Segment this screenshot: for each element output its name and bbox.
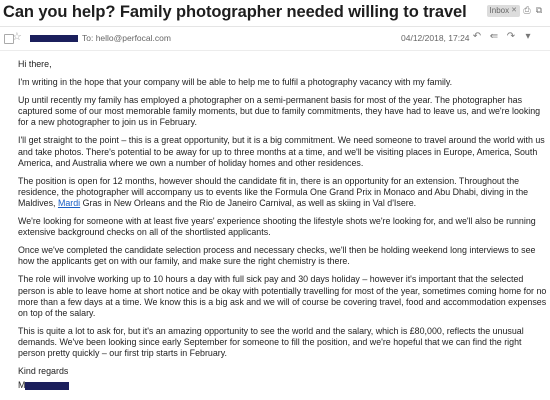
body-paragraph: Up until recently my family has employed… [18, 95, 541, 128]
email-body: Hi there, I'm writing in the hope that y… [18, 59, 550, 398]
email-date: 04/12/2018, 17:24 [401, 33, 470, 43]
reply-all-icon[interactable]: ⇚ [487, 31, 501, 42]
remove-label-icon[interactable]: ✕ [511, 6, 517, 16]
inbox-label[interactable]: Inbox ✕ [486, 5, 520, 17]
body-paragraph: This is quite a lot to ask for, but it's… [18, 325, 524, 358]
more-icon[interactable]: ▾ [521, 31, 535, 42]
recipient-line: To: hello@perfocal.com [82, 33, 171, 43]
star-icon[interactable]: ☆ [12, 31, 22, 43]
email-subject: Can you help? Family photographer needed… [3, 2, 467, 21]
greeting: Hi there, [18, 59, 52, 69]
print-icon[interactable]: ⎙ [522, 5, 532, 15]
body-paragraph: Once we've completed the candidate selec… [18, 245, 536, 267]
reply-icon[interactable]: ↶ [470, 31, 484, 42]
body-paragraph: I'll get straight to the point – this is… [18, 135, 545, 168]
body-paragraph: We're looking for someone with at least … [18, 216, 536, 238]
paragraph-text: Gras in New Orleans and the Rio de Janei… [80, 197, 417, 208]
mardi-link[interactable]: Mardi [58, 198, 80, 208]
redacted-sender-name [30, 35, 78, 42]
header-divider [0, 50, 550, 51]
redacted-signature [25, 381, 70, 390]
signature-initial: M [18, 380, 26, 391]
new-window-icon[interactable]: ⧉ [534, 5, 544, 15]
label-bar: Inbox ✕ ⎙ ⧉ [486, 5, 544, 17]
body-paragraph: The position is open for 12 months, howe… [18, 176, 550, 209]
inbox-label-text: Inbox [489, 6, 510, 15]
subject-bar: Can you help? Family photographer needed… [0, 0, 550, 24]
subject-divider [0, 26, 550, 27]
forward-icon[interactable]: ↷ [504, 31, 518, 42]
signature: M [18, 380, 550, 391]
body-paragraph: The role will involve working up to 10 h… [18, 274, 547, 318]
body-paragraph: I'm writing in the hope that your compan… [18, 77, 453, 88]
signoff: Kind regards [18, 366, 69, 377]
message-actions: ↶ ⇚ ↷ ▾ [470, 31, 535, 42]
